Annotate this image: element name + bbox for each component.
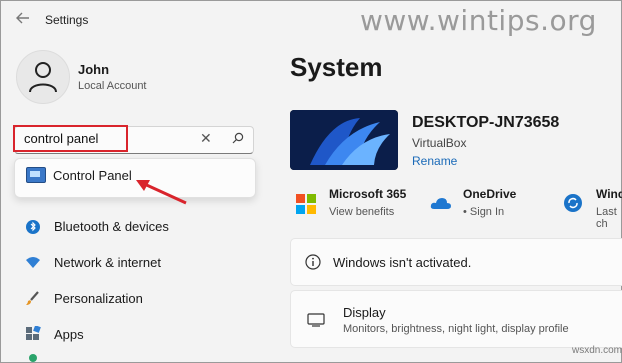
- windows-update-icon: [563, 193, 583, 218]
- display-card[interactable]: Display Monitors, brightness, night ligh…: [290, 290, 622, 348]
- title-bar: Settings www.wintips.org: [0, 0, 622, 40]
- quick-tile-title: Microsoft 365: [329, 187, 407, 201]
- clear-icon[interactable]: ✕: [200, 130, 212, 147]
- red-arrow-icon: [136, 180, 187, 205]
- quick-tile-subtitle: View benefits: [329, 206, 395, 218]
- user-name: John: [78, 62, 110, 77]
- app-title: Settings: [45, 13, 89, 27]
- search-icon[interactable]: [232, 131, 244, 149]
- device-wallpaper-image: [290, 110, 398, 170]
- activation-card[interactable]: Windows isn't activated.: [290, 238, 622, 286]
- microsoft-logo-icon: [296, 194, 316, 219]
- sidebar-item-accounts[interactable]: [0, 350, 270, 363]
- sidebar-item-bluetooth[interactable]: Bluetooth & devices: [0, 210, 270, 244]
- display-subtitle: Monitors, brightness, night light, displ…: [343, 323, 569, 335]
- user-icon: [29, 62, 57, 93]
- quick-tile-subtitle: • Sign In: [463, 206, 505, 218]
- quick-tile-title: OneDrive: [463, 187, 517, 201]
- search-input-value: control panel: [24, 131, 99, 146]
- quick-tile-title: Wind: [596, 187, 622, 201]
- device-name: DESKTOP-JN73658: [412, 114, 560, 131]
- quick-tile-subtitle: Last ch: [596, 206, 617, 230]
- activation-text: Windows isn't activated.: [333, 255, 472, 270]
- sidebar-item-apps[interactable]: Apps: [0, 317, 270, 351]
- watermark: www.wintips.org: [360, 4, 597, 37]
- sidebar-item-label: Personalization: [54, 291, 143, 306]
- brush-icon: [25, 290, 41, 306]
- apps-icon: [25, 325, 41, 342]
- search-result-control-panel[interactable]: Control Panel: [53, 168, 132, 183]
- watermark-bottom: wsxdn.com: [572, 345, 622, 356]
- sidebar-item-label: Bluetooth & devices: [54, 219, 169, 234]
- accounts-icon: [25, 352, 41, 363]
- monitor-icon: [307, 313, 325, 332]
- sidebar-item-label: Apps: [54, 327, 84, 342]
- back-arrow-icon[interactable]: [16, 12, 32, 26]
- display-title: Display: [343, 305, 386, 320]
- bluetooth-icon: [25, 219, 41, 235]
- sidebar-item-network[interactable]: Network & internet: [0, 245, 270, 279]
- user-account-type: Local Account: [78, 80, 147, 92]
- onedrive-cloud-icon: [430, 196, 452, 215]
- device-model: VirtualBox: [412, 136, 467, 150]
- wifi-icon: [25, 255, 41, 271]
- control-panel-icon: [26, 167, 46, 183]
- avatar[interactable]: [16, 50, 70, 104]
- info-icon: [305, 254, 321, 275]
- sidebar-item-label: Network & internet: [54, 255, 161, 270]
- rename-link[interactable]: Rename: [412, 154, 457, 168]
- sidebar-item-personalization[interactable]: Personalization: [0, 281, 270, 315]
- page-title: System: [290, 52, 383, 82]
